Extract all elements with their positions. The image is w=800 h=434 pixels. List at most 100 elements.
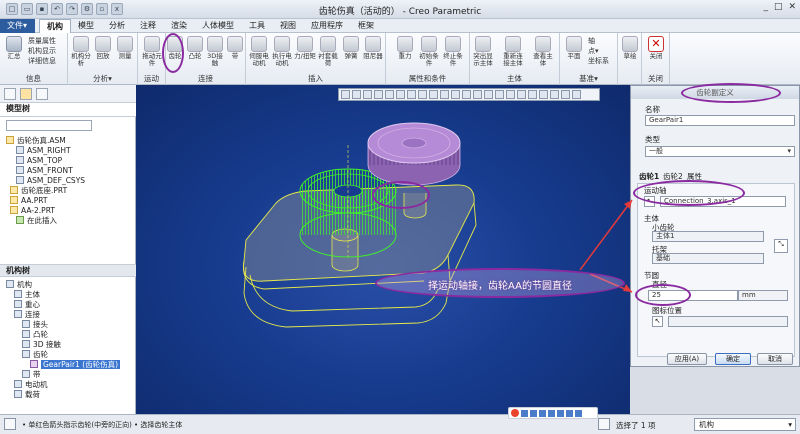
tree-item[interactable]: 主体: [6, 290, 142, 300]
chevron-down-icon: ▾: [788, 420, 792, 429]
close-mechanism-button[interactable]: ✕ 关闭: [645, 36, 667, 60]
force-motor-button[interactable]: 执行电动机: [271, 36, 293, 67]
mechanism-analysis-button[interactable]: 机构分析: [70, 36, 92, 67]
view-bodies-button[interactable]: 查看主体: [532, 36, 554, 67]
tree-item[interactable]: 机构: [6, 280, 142, 290]
ime-logo-icon: [511, 409, 519, 417]
tree-item[interactable]: 电动机: [6, 380, 142, 390]
termination-condition-button[interactable]: 终止条件: [442, 36, 464, 67]
navigator-tabs: [0, 85, 136, 103]
tab-framework[interactable]: 框架: [351, 19, 382, 33]
tree-item[interactable]: 凸轮: [6, 330, 142, 340]
tree-item[interactable]: 重心: [6, 300, 142, 310]
tab-model[interactable]: 模型: [71, 19, 102, 33]
icon-position-arrow-icon[interactable]: ↖: [652, 316, 663, 327]
servo-motor-button[interactable]: 伺服电动机: [248, 36, 270, 67]
cancel-button[interactable]: 取消: [757, 353, 793, 365]
ok-button[interactable]: 确定: [715, 353, 751, 365]
tree-item[interactable]: 载荷: [6, 390, 142, 400]
selection-filter-icon[interactable]: [598, 418, 610, 430]
point-button[interactable]: 点▾: [588, 46, 599, 56]
gravity-button[interactable]: 重力: [394, 36, 416, 60]
playback-button[interactable]: 回放: [92, 36, 114, 60]
mechanism-display-button[interactable]: 机构显示: [28, 46, 56, 56]
mechanism-tree: 机构 主体 重心 连接 接头 凸轮 3D 接触 齿轮 GearPair1 (齿轮…: [6, 280, 142, 400]
minimize-button[interactable]: _: [763, 2, 768, 12]
csys-button[interactable]: 坐标系: [588, 56, 609, 66]
tab-tools[interactable]: 工具: [242, 19, 273, 33]
close-button[interactable]: ✕: [788, 2, 796, 12]
drag-components-button[interactable]: 拖动元件: [141, 36, 163, 67]
summary-button[interactable]: 汇总: [3, 36, 25, 60]
damper-button[interactable]: 阻尼器: [362, 36, 384, 60]
tree-item[interactable]: ASM_RIGHT: [6, 146, 142, 156]
group-label: 插入: [308, 74, 323, 83]
force-torque-button[interactable]: 力/扭矩: [294, 36, 316, 60]
axis-button[interactable]: 轴: [588, 36, 595, 46]
name-field[interactable]: GearPair1: [645, 115, 795, 126]
plane-button[interactable]: 平面: [563, 36, 585, 60]
tree-item[interactable]: 带: [6, 370, 142, 380]
highlight-bodies-button[interactable]: 突出显示主体: [472, 36, 494, 67]
swap-bodies-icon[interactable]: ⤡: [774, 239, 788, 253]
filter-select[interactable]: 机构 ▾: [694, 418, 796, 431]
tree-search-input[interactable]: [6, 120, 92, 131]
tree-item[interactable]: AA-2.PRT: [6, 206, 142, 216]
datum-plane-icon: [16, 146, 24, 154]
ime-punct-icon: [530, 409, 537, 417]
tab-applications[interactable]: 应用程序: [304, 19, 351, 33]
icon-position-label: 图标位置: [652, 306, 682, 315]
ime-toolbar[interactable]: [508, 407, 598, 419]
gear-button-highlight: [162, 33, 184, 73]
belt-button[interactable]: 带: [224, 36, 246, 60]
cam-button[interactable]: 凸轮: [184, 36, 206, 60]
group-properties: 重力 初始条件 终止条件 属性和条件: [386, 33, 470, 85]
tree-item[interactable]: ASM_DEF_CSYS: [6, 176, 142, 186]
gear1-panel: 运动轴 ↖ Connection_3.axis_1 主体 小齿轮 主体1 托架 …: [637, 183, 795, 357]
tree-item[interactable]: 齿轮伤真.ASM: [6, 136, 142, 146]
tab-annotate[interactable]: 注释: [133, 19, 164, 33]
model-tree-tab-icon[interactable]: [4, 88, 16, 100]
spring-button[interactable]: 弹簧: [340, 36, 362, 60]
folder-tab-icon[interactable]: [20, 88, 32, 100]
tab-render[interactable]: 渲染: [164, 19, 195, 33]
assembly-icon: [6, 136, 14, 144]
force-motor-icon: [274, 36, 290, 52]
tab-gear1[interactable]: 齿轮1: [639, 171, 659, 182]
status-bar: • 单红色箭头指示齿轮(中旁的正向) • 选择齿轮主体 选择了 1 项 机构 ▾: [0, 407, 800, 434]
tab-view[interactable]: 视图: [273, 19, 304, 33]
maximize-button[interactable]: □: [774, 2, 783, 12]
tree-item[interactable]: ASM_FRONT: [6, 166, 142, 176]
message-log-icon[interactable]: [4, 418, 16, 430]
tab-file[interactable]: 文件▾: [0, 18, 36, 33]
sketch-button[interactable]: 草绘: [619, 36, 641, 60]
graphics-viewport[interactable]: [136, 85, 630, 414]
apply-button[interactable]: 应用(A): [667, 353, 707, 365]
measure-button[interactable]: 测量: [114, 36, 136, 60]
chevron-down-icon: ▾: [787, 147, 791, 155]
mass-properties-button[interactable]: 质量属性: [28, 36, 56, 46]
type-select[interactable]: 一般 ▾: [645, 146, 795, 157]
tree-item[interactable]: 齿轮: [6, 350, 142, 360]
reconnect-bodies-button[interactable]: 重新连接主体: [502, 36, 524, 67]
bushing-load-button[interactable]: 衬套载荷: [317, 36, 339, 67]
tree-item[interactable]: ASM_TOP: [6, 156, 142, 166]
tree-item[interactable]: 连接: [6, 310, 142, 320]
tree-item[interactable]: 齿轮底座.PRT: [6, 186, 142, 196]
tree-item-gearpair1[interactable]: GearPair1 (齿轮伤真): [6, 360, 142, 370]
highlight-icon: [475, 36, 491, 52]
tab-mechanism[interactable]: 机构: [39, 18, 72, 33]
tree-item[interactable]: 3D 接触: [6, 340, 142, 350]
tree-item[interactable]: AA.PRT: [6, 196, 142, 206]
group-datum: 平面 轴 点▾ 坐标系 基准▾: [560, 33, 618, 85]
details-button[interactable]: 详细信息: [28, 56, 56, 66]
3d-contact-button[interactable]: 3D接触: [204, 36, 226, 67]
initial-condition-button[interactable]: 初始条件: [418, 36, 440, 67]
favorites-tab-icon[interactable]: [36, 88, 48, 100]
part-icon: [10, 196, 18, 204]
tab-analysis[interactable]: 分析: [102, 19, 133, 33]
tree-item[interactable]: 接头: [6, 320, 142, 330]
tab-manikin[interactable]: 人体模型: [195, 19, 242, 33]
tree-item[interactable]: 在此插入: [6, 216, 142, 226]
part-icon: [10, 206, 18, 214]
